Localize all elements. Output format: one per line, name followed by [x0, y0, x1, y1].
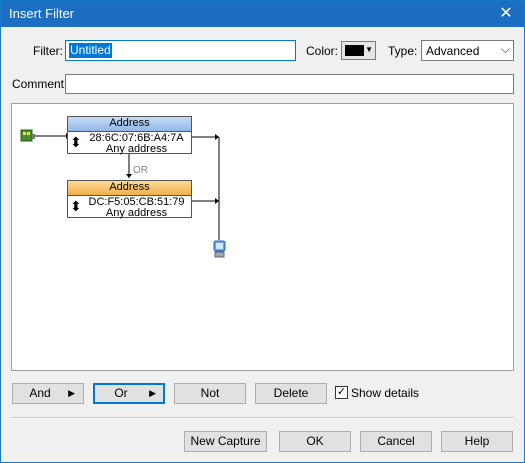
new-capture-button[interactable]: New Capture — [184, 431, 267, 452]
footer-separator — [11, 417, 514, 419]
type-label: Type: — [388, 44, 418, 58]
bidirectional-arrow-icon: ⬍ — [70, 198, 82, 214]
comment-label: Comment: — [12, 77, 68, 91]
window-title: Insert Filter — [9, 6, 75, 21]
filter-diagram-canvas[interactable]: OR Address ⬍ 28:6C:07:6B:A4:7A Any addre… — [11, 103, 514, 371]
node-target: Any address — [105, 143, 168, 155]
network-adapter-icon — [20, 129, 35, 142]
play-arrow-icon: ▶ — [68, 388, 75, 398]
play-arrow-icon: ▶ — [149, 388, 156, 398]
node-header: Address — [68, 117, 191, 132]
type-value: Advanced — [426, 44, 480, 58]
address-node-2[interactable]: Address ⬍ DC:F5:05:CB:51:79 Any address — [67, 180, 192, 219]
chevron-down-icon: ⌵ — [500, 42, 510, 56]
delete-button[interactable]: Delete — [255, 383, 327, 404]
insert-filter-dialog: Insert Filter ✕ Filter: Untitled Color: … — [0, 0, 525, 463]
not-button[interactable]: Not — [174, 383, 246, 404]
comment-input[interactable] — [65, 74, 514, 94]
dropdown-arrow-icon: ▼ — [365, 45, 373, 54]
color-label: Color: — [306, 44, 339, 58]
or-button-label: Or — [114, 386, 128, 400]
close-icon[interactable]: ✕ — [488, 1, 524, 27]
show-details-label: Show details — [351, 386, 420, 400]
filter-label: Filter: — [33, 44, 63, 58]
color-picker[interactable]: ▼ — [341, 41, 376, 60]
title-bar: Insert Filter ✕ — [1, 1, 524, 27]
cancel-button[interactable]: Cancel — [360, 431, 432, 452]
filter-name-value: Untitled — [69, 43, 112, 58]
and-button[interactable]: And ▶ — [12, 383, 84, 404]
ok-button[interactable]: OK — [279, 431, 351, 452]
computer-icon — [213, 240, 226, 258]
or-button[interactable]: Or ▶ — [93, 383, 165, 404]
node-header: Address — [68, 181, 191, 196]
help-button[interactable]: Help — [441, 431, 513, 452]
or-connector-label: OR — [133, 165, 148, 176]
address-node-1[interactable]: Address ⬍ 28:6C:07:6B:A4:7A Any address — [67, 116, 192, 155]
node-target: Any address — [105, 207, 168, 219]
filter-name-input[interactable]: Untitled — [65, 40, 296, 61]
and-button-label: And — [29, 386, 51, 400]
show-details-checkbox[interactable]: ✓ — [335, 386, 348, 399]
type-select[interactable]: Advanced ⌵ — [421, 40, 514, 61]
bidirectional-arrow-icon: ⬍ — [70, 134, 82, 150]
color-swatch — [345, 45, 364, 56]
